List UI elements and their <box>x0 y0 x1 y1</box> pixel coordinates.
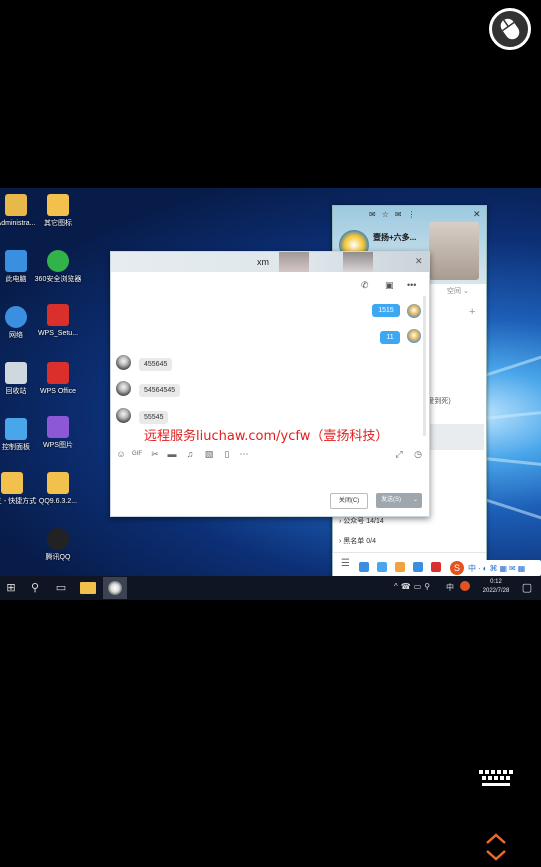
search-icon[interactable]: ⚲ <box>28 581 42 595</box>
message-bubble-in: 55545 <box>139 411 169 424</box>
app-icon[interactable] <box>431 562 441 572</box>
control-panel-icon <box>5 418 27 440</box>
chat-scrollbar[interactable] <box>423 296 426 436</box>
start-windows-icon[interactable]: ⊞ <box>4 581 18 595</box>
network-icon <box>5 306 27 328</box>
more-tools-icon[interactable]: ⋯ <box>239 449 249 459</box>
scroll-arrows-button[interactable] <box>484 832 508 862</box>
message-bubble-out: 1515 <box>372 304 400 317</box>
taskbar-qq-active[interactable] <box>103 577 127 599</box>
message-bubble-out: 11 <box>380 331 400 344</box>
app-icon[interactable] <box>377 562 387 572</box>
add-icon[interactable]: + <box>469 306 475 318</box>
header-photo <box>279 252 309 272</box>
windows-taskbar: ⊞ ⚲ ▭ ^☎▭⚲ 中 0:12 2022/7/28 ▢ <box>0 576 541 600</box>
my-avatar[interactable] <box>407 329 421 343</box>
mouse-icon <box>500 18 520 40</box>
profile-banner-photo <box>429 222 479 280</box>
gif-icon[interactable]: GIF <box>132 449 142 459</box>
keyboard-button[interactable] <box>477 768 515 790</box>
space-link[interactable]: 空间 ⌄ <box>447 286 469 296</box>
music-icon[interactable]: ♫ <box>185 449 195 459</box>
chevron-up-down-icon <box>486 833 506 861</box>
notification-icon[interactable]: ▢ <box>520 581 534 595</box>
qq-chat-window[interactable]: xm ✕ ✆ ▣ ••• 1515 11 455645 54564545 555… <box>110 251 430 517</box>
task-view-icon[interactable]: ▭ <box>54 581 68 595</box>
video-call-icon[interactable]: ▣ <box>385 280 394 291</box>
phone-device-icon[interactable]: ▯ <box>222 449 232 459</box>
sogou-tray-icon[interactable] <box>460 581 470 591</box>
message-bubble-in: 455645 <box>139 358 173 371</box>
desktop-icon-wps-office[interactable]: WPS Office <box>30 362 86 396</box>
divider <box>333 552 486 553</box>
close-icon[interactable]: ✕ <box>415 256 423 267</box>
more-icon[interactable]: ••• <box>407 280 416 290</box>
chat-title: xm <box>257 257 269 267</box>
qq-penguin-icon <box>108 581 122 595</box>
app-icon[interactable] <box>413 562 423 572</box>
ime-indicator[interactable]: 中 <box>446 582 454 593</box>
mouse-mode-button[interactable] <box>489 8 531 50</box>
wps-setup-icon <box>47 304 69 326</box>
image-icon[interactable]: ▧ <box>204 449 214 459</box>
desktop-icon-qq-installer[interactable]: QQ9.6.3.2... <box>30 472 86 506</box>
expand-icon[interactable]: ⤢ <box>394 449 404 459</box>
recycle-bin-icon <box>5 362 27 384</box>
file-explorer-icon[interactable] <box>80 582 96 594</box>
chat-header: xm ✕ <box>111 252 429 272</box>
contact-avatar[interactable] <box>116 408 131 423</box>
folder-icon <box>47 194 69 216</box>
desktop-icon-360-browser[interactable]: 360安全浏览器 <box>30 250 86 284</box>
app-icon[interactable] <box>395 562 405 572</box>
header-photo <box>343 252 373 272</box>
contact-avatar[interactable] <box>116 381 131 396</box>
close-button[interactable]: 关闭(C) <box>330 493 368 509</box>
group-public-accounts[interactable]: › 公众号 14/14 <box>339 516 384 526</box>
chevron-down-icon[interactable]: ⌄ <box>413 493 418 508</box>
browser-360-icon <box>47 250 69 272</box>
qq-penguin-icon <box>47 528 69 550</box>
ime-toolbar[interactable]: S 中·◐⌘▦✉▦ <box>448 560 541 576</box>
send-button[interactable]: 发送(S) ⌄ <box>376 493 422 508</box>
qq-main-title-icons: ✉☆✉⋮ <box>369 210 422 219</box>
menu-icon[interactable]: ☰ <box>341 558 350 569</box>
system-tray-icons[interactable]: ^☎▭⚲ <box>394 582 433 591</box>
history-clock-icon[interactable]: ◷ <box>413 449 423 459</box>
contact-avatar[interactable] <box>116 355 131 370</box>
qq-installer-icon <box>47 472 69 494</box>
my-avatar[interactable] <box>407 304 421 318</box>
watermark-text: 远程服务liuchaw.com/ycfw（壹扬科技） <box>144 429 389 444</box>
shortcut-folder-icon <box>1 472 23 494</box>
file-icon[interactable]: ▬ <box>167 449 177 459</box>
desktop-icon-other-icons[interactable]: 其它图标 <box>30 194 86 228</box>
desktop-icon-wps-picture[interactable]: WPS图片 <box>30 416 86 450</box>
screenshot-scissors-icon[interactable]: ✂ <box>150 449 160 459</box>
phone-call-icon[interactable]: ✆ <box>361 280 369 291</box>
profile-name: 壹扬+六多... <box>373 233 417 242</box>
message-bubble-in: 54564545 <box>139 384 181 397</box>
sogou-logo-icon: S <box>450 561 464 575</box>
desktop-icon-wps-setup[interactable]: WPS_Setu... <box>30 304 86 338</box>
desktop-icon-tencent-qq[interactable]: 腾讯QQ <box>30 528 86 562</box>
keyboard-icon <box>479 770 513 786</box>
message-input[interactable] <box>115 462 425 492</box>
computer-icon <box>5 250 27 272</box>
app-icon[interactable] <box>359 562 369 572</box>
contact-selected-row[interactable] <box>429 424 484 450</box>
wps-picture-icon <box>47 416 69 438</box>
close-icon[interactable]: ✕ <box>473 209 481 220</box>
group-blacklist[interactable]: › 黑名单 0/4 <box>339 536 376 546</box>
ime-tools: 中·◐⌘▦✉▦ <box>468 564 528 573</box>
emoji-icon[interactable]: ☺ <box>116 449 126 459</box>
wps-office-icon <box>47 362 69 384</box>
clock[interactable]: 0:12 2022/7/28 <box>478 578 514 596</box>
user-folder-icon <box>5 194 27 216</box>
